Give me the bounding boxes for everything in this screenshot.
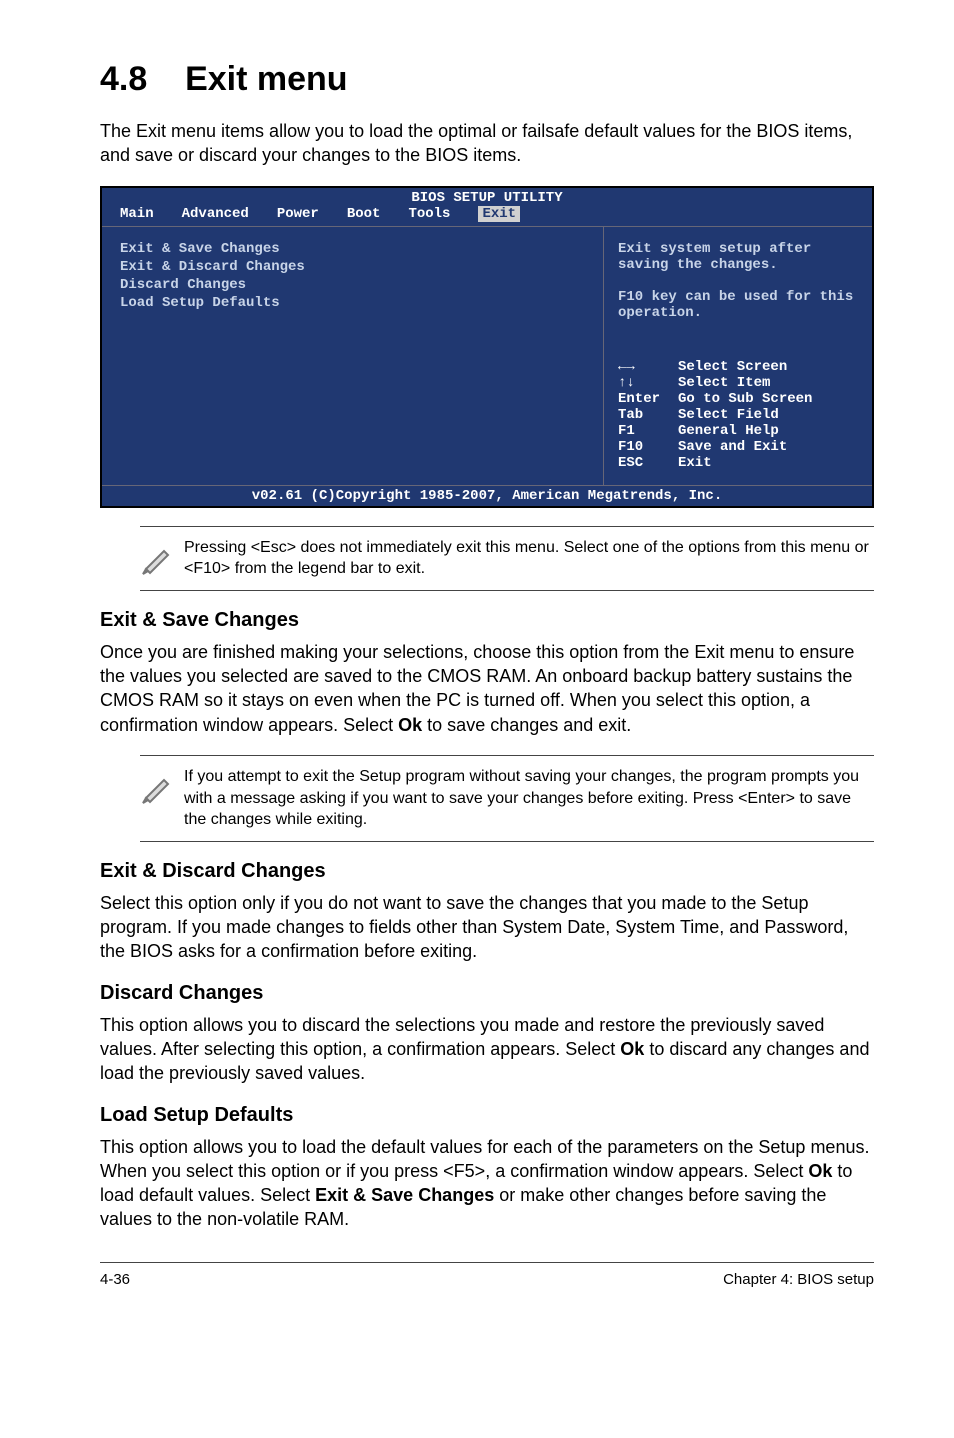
bios-item: Exit & Discard Changes [120,259,585,275]
bios-menu-main: Main [120,206,182,222]
chapter-label: Chapter 4: BIOS setup [723,1271,874,1288]
bios-key-desc: Select Item [678,375,770,391]
bios-help-text: Exit system setup after saving the chang… [618,241,858,321]
bios-title: BIOS SETUP UTILITY [102,188,872,206]
bios-key-desc: General Help [678,423,779,439]
bios-menu-advanced: Advanced [182,206,277,222]
bios-key: ↑↓ [618,375,678,391]
bios-key: Enter [618,391,678,407]
note-block: If you attempt to exit the Setup program… [140,755,874,842]
bios-item: Load Setup Defaults [120,295,585,311]
bold-ok: Ok [808,1161,832,1181]
text-run: This option allows you to load the defau… [100,1137,869,1181]
bios-key: F10 [618,439,678,455]
page-footer: 4-36 Chapter 4: BIOS setup [100,1262,874,1288]
bios-screenshot: BIOS SETUP UTILITY Main Advanced Power B… [100,186,874,508]
subheading-exit-discard: Exit & Discard Changes [100,860,874,883]
intro-paragraph: The Exit menu items allow you to load th… [100,119,874,168]
exit-save-body: Once you are finished making your select… [100,640,874,737]
note-text: Pressing <Esc> does not immediately exit… [184,537,874,580]
bios-key-desc: Save and Exit [678,439,787,455]
bios-menu-boot: Boot [347,206,409,222]
bios-key-desc: Select Field [678,407,779,423]
bios-menubar: Main Advanced Power Boot Tools Exit [102,206,872,226]
exit-discard-body: Select this option only if you do not wa… [100,891,874,964]
bios-menu-power: Power [277,206,347,222]
bold-ok: Ok [398,715,422,735]
subheading-load: Load Setup Defaults [100,1104,874,1127]
bios-key: Tab [618,407,678,423]
bios-right-pane: Exit system setup after saving the chang… [604,227,872,485]
bios-key-desc: Select Screen [678,359,787,375]
bios-key-legend: ←→Select Screen ↑↓Select Item EnterGo to… [618,359,858,471]
discard-body: This option allows you to discard the se… [100,1013,874,1086]
bios-key: ←→ [618,359,678,375]
bold-ok: Ok [620,1039,644,1059]
bios-item: Discard Changes [120,277,585,293]
bios-item: Exit & Save Changes [120,241,585,257]
section-title-text: Exit menu [185,60,347,98]
bios-left-pane: Exit & Save Changes Exit & Discard Chang… [102,227,604,485]
note-block: Pressing <Esc> does not immediately exit… [140,526,874,591]
pencil-icon [140,766,184,804]
section-heading: 4.8 Exit menu [100,60,874,99]
pencil-icon [140,537,184,575]
bios-key: F1 [618,423,678,439]
bios-copyright: v02.61 (C)Copyright 1985-2007, American … [102,485,872,506]
load-body: This option allows you to load the defau… [100,1135,874,1232]
bios-key-desc: Exit [678,455,712,471]
subheading-discard: Discard Changes [100,982,874,1005]
note-text: If you attempt to exit the Setup program… [184,766,874,831]
bold-exit-save: Exit & Save Changes [315,1185,494,1205]
bios-menu-exit: Exit [478,206,520,222]
bios-key: ESC [618,455,678,471]
section-number: 4.8 [100,60,147,98]
text-run: to save changes and exit. [422,715,631,735]
bios-menu-tools: Tools [408,206,478,222]
bios-key-desc: Go to Sub Screen [678,391,812,407]
page-number: 4-36 [100,1271,130,1288]
subheading-exit-save: Exit & Save Changes [100,609,874,632]
